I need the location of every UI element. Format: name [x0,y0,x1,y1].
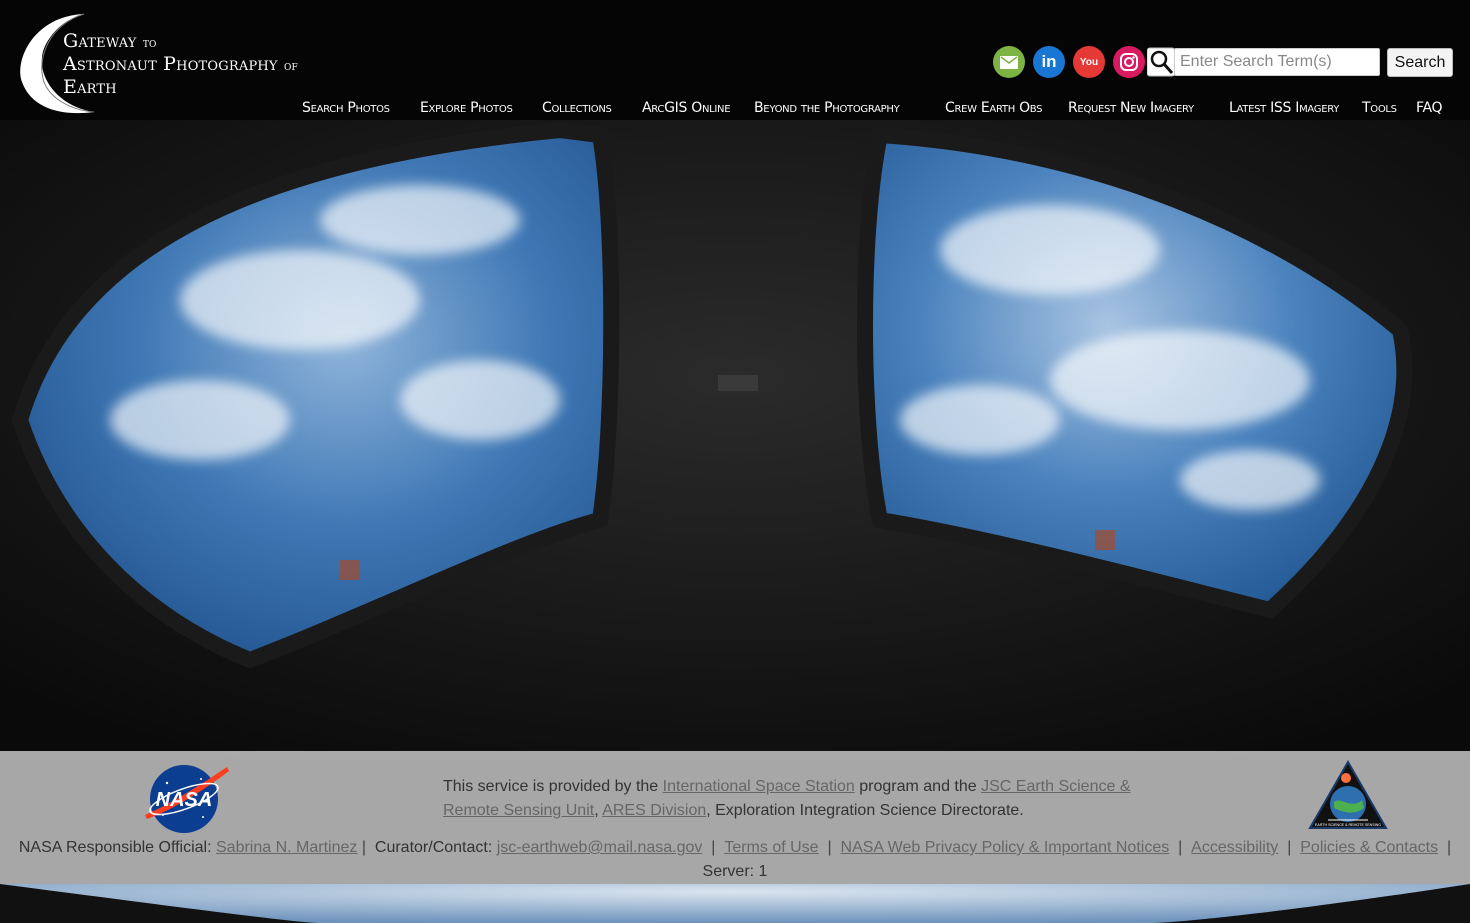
policies-contacts-link[interactable]: Policies & Contacts [1300,839,1438,856]
service-suffix: , Exploration Integration Science Direct… [706,802,1024,819]
service-comma: , [594,802,603,819]
esrs-logo-text: EARTH SCIENCE & REMOTE SENSING [1315,823,1381,827]
youtube-icon: You [1079,56,1099,68]
site-header: Gateway to Astronaut Photography of Eart… [0,0,1470,126]
youtube-link[interactable]: You [1073,46,1105,78]
nav-faq[interactable]: FAQ [1416,100,1443,116]
site-title[interactable]: Gateway to Astronaut Photography of Eart… [63,31,298,97]
nasa-logo-text: NASA [156,789,213,811]
search-input[interactable] [1174,48,1380,76]
terms-of-use-link[interactable]: Terms of Use [724,839,818,856]
accessibility-link[interactable]: Accessibility [1191,839,1278,856]
nav-latest-iss-imagery[interactable]: Latest ISS Imagery [1229,100,1339,116]
server-label: Server: 1 [702,863,768,880]
contact-line: NASA Responsible Official: Sabrina N. Ma… [18,839,1452,880]
main-nav: Search Photos Explore Photos Collections… [0,100,1470,118]
official-name-link[interactable]: Sabrina N. Martinez [216,839,357,856]
nav-request-new-imagery[interactable]: Request New Imagery [1068,100,1194,116]
official-label: NASA Responsible Official: [18,839,216,856]
email-link[interactable] [993,46,1025,78]
magnifier-icon [1147,47,1175,77]
title-astronaut-photography: Astronaut Photography [63,53,278,75]
nav-crew-earth-obs[interactable]: Crew Earth Obs [945,100,1043,116]
site-footer: NASA This service is provided by the Int… [0,751,1470,884]
curator-email-link[interactable]: jsc-earthweb@mail.nasa.gov [497,839,703,856]
nav-tools[interactable]: Tools [1362,100,1397,116]
service-prefix: This service is provided by the [443,778,663,795]
nav-collections[interactable]: Collections [542,100,612,116]
nav-beyond-the-photography[interactable]: Beyond the Photography [754,100,900,116]
nav-search-photos[interactable]: Search Photos [302,100,390,116]
ares-division-link[interactable]: ARES Division [602,802,706,819]
title-earth: Earth [63,76,117,98]
instagram-link[interactable] [1113,46,1145,78]
linkedin-icon: in [1041,52,1057,71]
nav-arcgis-online[interactable]: ArcGIS Online [642,100,731,116]
privacy-policy-link[interactable]: NASA Web Privacy Policy & Important Noti… [841,839,1170,856]
search-button[interactable]: Search [1387,48,1453,77]
iss-link[interactable]: International Space Station [663,778,855,795]
title-of: of [283,59,298,74]
nasa-meatball-logo[interactable]: NASA [143,763,229,835]
title-gateway: Gateway [63,30,137,52]
earth-science-remote-sensing-logo[interactable]: EARTH SCIENCE & REMOTE SENSING [1308,760,1388,832]
service-mid: program and the [854,778,982,795]
envelope-icon [1000,55,1018,69]
nav-explore-photos[interactable]: Explore Photos [420,100,513,116]
instagram-icon [1120,53,1138,71]
title-to: to [142,36,157,51]
curator-label: Curator/Contact: [374,839,497,856]
service-statement: This service is provided by the Internat… [443,775,1163,823]
linkedin-link[interactable]: in [1033,46,1065,78]
